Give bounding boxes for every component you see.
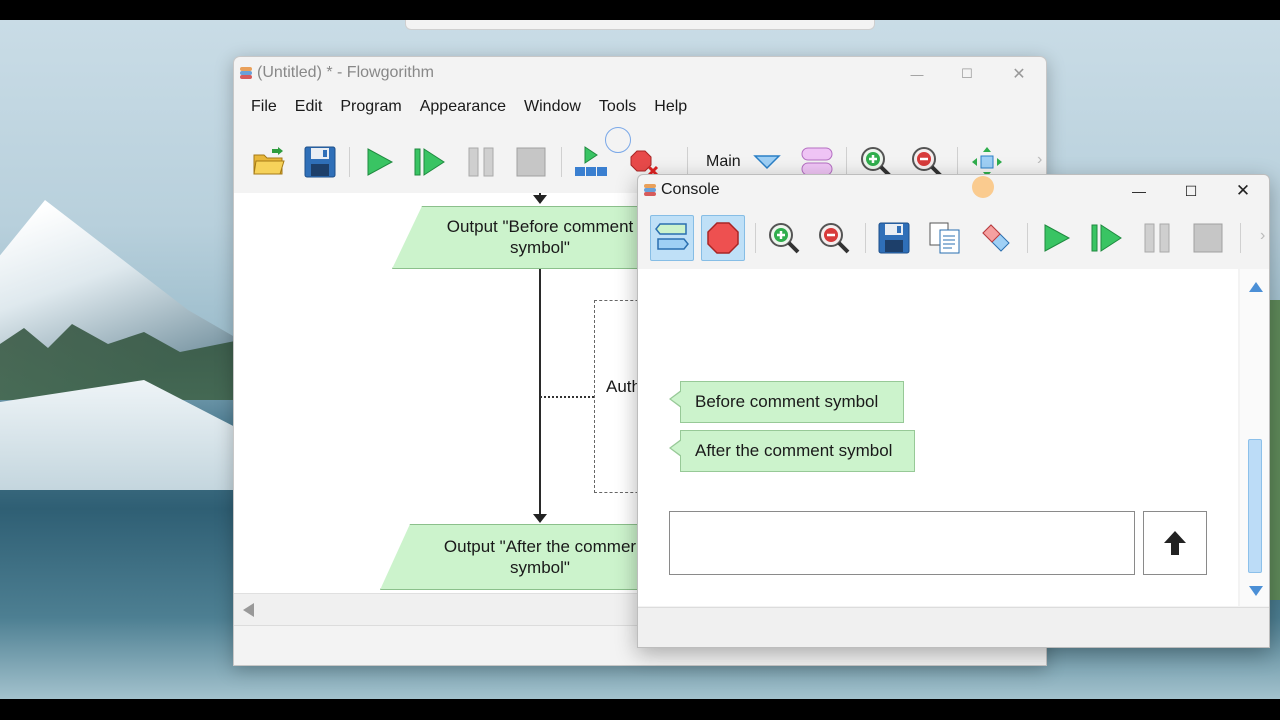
- screen-top-bar: [0, 0, 1280, 20]
- menu-file[interactable]: File: [234, 93, 286, 121]
- console-title: Console: [661, 181, 720, 198]
- main-window-title: (Untitled) * - Flowgorithm: [257, 64, 434, 81]
- console-message: Before comment symbol: [669, 381, 904, 423]
- menu-tools[interactable]: Tools: [590, 93, 645, 121]
- console-maximize-button[interactable]: ☐: [1166, 177, 1216, 205]
- stop-icon[interactable]: [512, 143, 550, 181]
- console-scroll-thumb[interactable]: [1248, 439, 1262, 573]
- breakpoint-run-icon[interactable]: [572, 143, 610, 181]
- comment-text: Auth: [606, 377, 641, 396]
- console-window: Console — ☐ ✕ › Before comment symbol Af…: [637, 174, 1270, 648]
- console-output-area[interactable]: Before comment symbol After the comment …: [638, 269, 1238, 606]
- console-toolbar-overflow-icon[interactable]: ›: [1260, 227, 1265, 245]
- flow-connector: [539, 269, 541, 515]
- save-icon[interactable]: [301, 143, 339, 181]
- console-vertical-scrollbar[interactable]: [1240, 269, 1269, 606]
- mouse-cursor-highlight: [972, 176, 994, 198]
- menu-bar: File Edit Program Appearance Window Tool…: [234, 93, 696, 121]
- console-message: After the comment symbol: [669, 430, 915, 472]
- output-before-line2: symbol": [510, 238, 570, 257]
- maximize-button[interactable]: ☐: [944, 61, 990, 87]
- minimize-button[interactable]: —: [894, 61, 940, 87]
- comment-connector: [540, 396, 594, 398]
- step-icon[interactable]: [410, 143, 448, 181]
- console-titlebar[interactable]: Console: [644, 181, 720, 199]
- console-clear-icon[interactable]: [974, 215, 1018, 261]
- function-selector-label[interactable]: Main: [706, 153, 741, 171]
- open-folder-icon[interactable]: [250, 143, 288, 181]
- console-chat-view-icon[interactable]: [650, 215, 694, 261]
- toolbar-overflow-icon[interactable]: ›: [1037, 151, 1042, 169]
- click-indicator: [605, 127, 631, 153]
- console-zoom-out-icon[interactable]: [812, 215, 856, 261]
- console-run-icon[interactable]: [1034, 215, 1078, 261]
- output-after-line2: symbol": [510, 558, 570, 577]
- console-copy-icon[interactable]: [923, 215, 967, 261]
- console-zoom-in-icon[interactable]: [762, 215, 806, 261]
- menu-program[interactable]: Program: [331, 93, 410, 121]
- arrow-down-icon: [533, 195, 547, 204]
- scroll-down-icon[interactable]: [1248, 585, 1264, 597]
- menu-window[interactable]: Window: [515, 93, 590, 121]
- console-status-bar: [638, 607, 1269, 647]
- console-pause-icon[interactable]: [1135, 215, 1179, 261]
- scroll-left-icon[interactable]: [242, 602, 256, 618]
- console-app-icon: [644, 184, 656, 196]
- console-input-field[interactable]: [669, 511, 1135, 575]
- flowgorithm-app-icon: [240, 67, 252, 79]
- output-after-line1: Output "After the commer: [443, 537, 637, 556]
- menu-help[interactable]: Help: [645, 93, 696, 121]
- console-save-icon[interactable]: [872, 215, 916, 261]
- run-icon[interactable]: [360, 143, 398, 181]
- output-before-line1: Output "Before comment: [446, 217, 634, 236]
- console-stop-icon[interactable]: [701, 215, 745, 261]
- pause-icon[interactable]: [462, 143, 500, 181]
- scroll-up-icon[interactable]: [1248, 281, 1264, 293]
- close-button[interactable]: ✕: [996, 61, 1042, 87]
- menu-appearance[interactable]: Appearance: [411, 93, 515, 121]
- console-stop-run-icon[interactable]: [1186, 215, 1230, 261]
- arrow-down-icon: [533, 514, 547, 523]
- console-toolbar: ›: [638, 211, 1269, 267]
- background-window-edge: [405, 20, 875, 30]
- console-minimize-button[interactable]: —: [1114, 177, 1164, 205]
- menu-edit[interactable]: Edit: [286, 93, 332, 121]
- console-submit-button[interactable]: [1143, 511, 1207, 575]
- console-close-button[interactable]: ✕: [1218, 177, 1268, 205]
- arrow-up-icon: [1164, 531, 1186, 555]
- screen-bottom-bar: [0, 699, 1280, 720]
- console-step-icon[interactable]: [1084, 215, 1128, 261]
